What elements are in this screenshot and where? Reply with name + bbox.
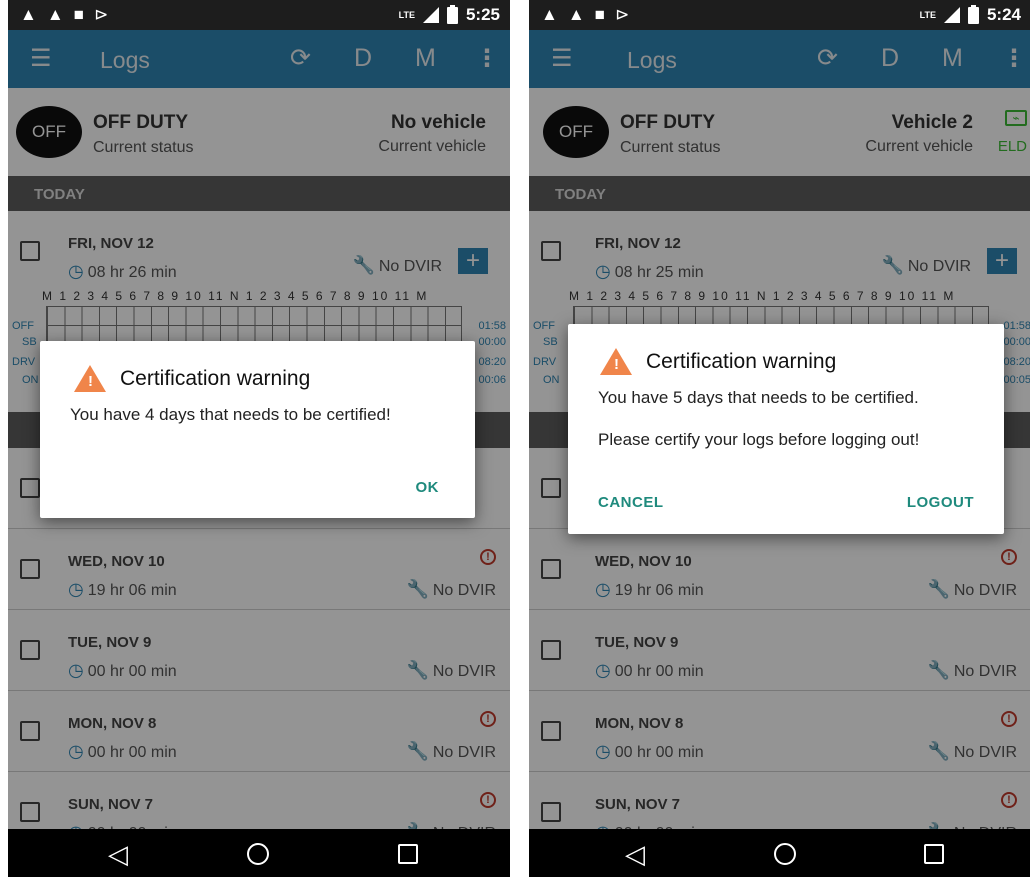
recent-apps-icon[interactable] [924,844,944,864]
dialog-title: ! Certification warning [74,365,310,392]
phone-screen-right: ▲ ▲ ■ ⊳ LTE 5:24 ☰ Logs ⟳ D M ⋮ OFF OFF DUTY… [529,0,1030,877]
warning-notification-icon: ▲ [567,5,585,24]
certification-warning-dialog: ! Certification warning You have 4 days t… [40,341,475,518]
certification-warning-dialog: ! Certification warning You have 5 days t… [568,324,1004,534]
dialog-title: ! Certification warning [600,348,836,375]
recent-apps-icon[interactable] [398,844,418,864]
battery-icon [967,4,979,24]
logout-button[interactable]: LOGOUT [907,494,974,511]
play-icon: ⊳ [614,5,630,24]
home-icon[interactable] [774,843,796,865]
warning-notification-icon: ▲ [20,5,37,24]
warning-notification-icon: ▲ [46,5,64,24]
cancel-button[interactable]: CANCEL [598,494,664,511]
signal-icon [943,7,960,23]
dialog-message-secondary: Please certify your logs before logging … [598,430,920,449]
status-bar: ▲ ▲ ■ ⊳ LTE 5:24 [529,0,1030,30]
back-icon[interactable]: ◁ [625,839,645,870]
warning-icon: ! [600,348,632,375]
ok-button[interactable]: OK [416,479,440,496]
sd-card-icon: ■ [594,5,605,24]
back-icon[interactable]: ◁ [108,839,128,870]
warning-notification-icon: ▲ [541,5,558,24]
navigation-bar: ◁ [529,829,1030,877]
signal-icon [422,7,439,23]
navigation-bar: ◁ [8,829,510,877]
sd-card-icon: ■ [73,5,84,24]
network-type: LTE [398,10,415,20]
network-type: LTE [919,10,936,20]
battery-icon [446,4,458,24]
clock-time: 5:25 [465,5,500,24]
play-icon: ⊳ [93,5,109,24]
status-bar: ▲ ▲ ■ ⊳ LTE 5:25 [8,0,510,30]
dialog-message: You have 4 days that needs to be certifi… [70,405,391,424]
dialog-message: You have 5 days that needs to be certifi… [598,388,919,407]
home-icon[interactable] [247,843,269,865]
phone-screen-left: ▲ ▲ ■ ⊳ LTE 5:25 ☰ Logs ⟳ D M ⋮ OFF OFF DUTY… [8,0,510,877]
warning-icon: ! [74,365,106,392]
clock-time: 5:24 [986,5,1021,24]
